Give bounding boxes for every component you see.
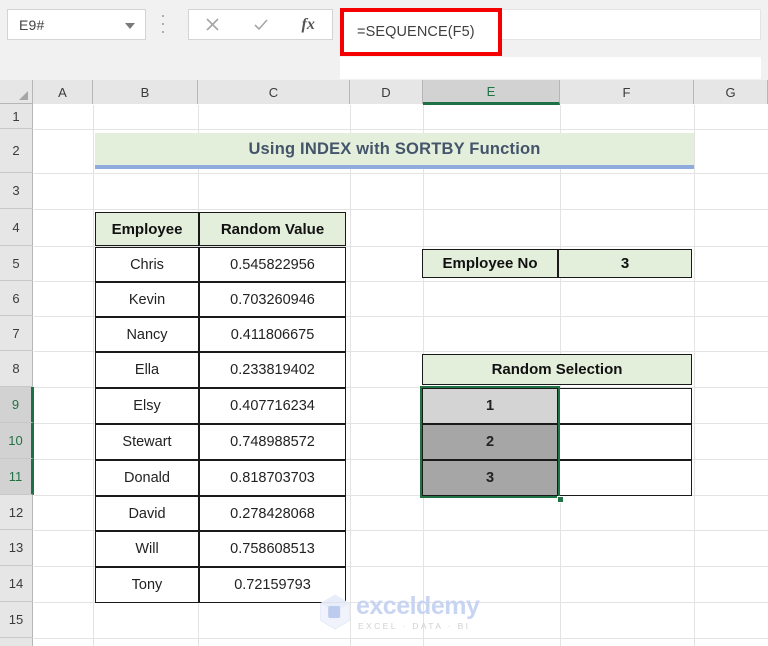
employee-table-header-employee[interactable]: Employee [95, 212, 199, 246]
employee-table-cell-value[interactable]: 0.545822956 [199, 247, 346, 282]
row-header-5[interactable]: 5 [0, 246, 33, 281]
row-header-8[interactable]: 8 [0, 351, 33, 387]
fill-handle[interactable] [557, 496, 564, 503]
watermark-sub-text: EXCEL · DATA · BI [358, 620, 471, 631]
row-header-6[interactable]: 6 [0, 281, 33, 316]
row-header-column: 1 2 3 4 5 6 7 8 9 10 11 12 13 14 15 [0, 104, 34, 646]
select-all-corner[interactable] [0, 80, 33, 104]
row-header-11[interactable]: 11 [0, 459, 34, 495]
employee-no-label[interactable]: Employee No [422, 249, 558, 278]
row-header-15[interactable]: 15 [0, 602, 33, 638]
formula-bar-area: E9# fx =SEQUENCE(F5) [0, 0, 768, 80]
employee-table-header-random-value[interactable]: Random Value [199, 212, 346, 246]
employee-table-cell-value[interactable]: 0.233819402 [199, 352, 346, 388]
gridline [694, 105, 695, 646]
row-header-4[interactable]: 4 [0, 209, 33, 246]
employee-table-cell-name[interactable]: Stewart [95, 424, 199, 460]
column-header-b[interactable]: B [93, 80, 198, 104]
name-box-value: E9# [19, 16, 45, 33]
employee-table-cell-value[interactable]: 0.72159793 [199, 567, 346, 603]
employee-table-cell-name[interactable]: Tony [95, 567, 199, 603]
gridline [34, 638, 768, 639]
column-header-row: ABCDEFG [33, 80, 768, 105]
employee-table-cell-name[interactable]: Ella [95, 352, 199, 388]
row-header-10[interactable]: 10 [0, 423, 34, 459]
employee-table-cell-name[interactable]: Chris [95, 247, 199, 282]
insert-function-icon[interactable]: fx [284, 10, 332, 39]
random-selection-adjacent-cell-2[interactable] [558, 424, 692, 460]
row-header-2[interactable]: 2 [0, 129, 33, 173]
employee-table-cell-name[interactable]: David [95, 496, 199, 531]
row-header-13[interactable]: 13 [0, 530, 33, 566]
employee-table-cell-name[interactable]: Elsy [95, 388, 199, 424]
column-header-a[interactable]: A [33, 80, 93, 104]
gridline [93, 105, 94, 646]
watermark-main-text: exceldemy [356, 591, 480, 620]
employee-table-cell-value[interactable]: 0.411806675 [199, 317, 346, 352]
row-header-7[interactable]: 7 [0, 316, 33, 351]
employee-no-value[interactable]: 3 [558, 249, 692, 278]
column-header-d[interactable]: D [350, 80, 423, 104]
formula-input-value: =SEQUENCE(F5) [357, 24, 475, 40]
spreadsheet-grid: ABCDEFG 1 2 3 4 5 6 7 8 9 10 11 12 13 14 15 Using INDE… [0, 80, 768, 646]
column-header-g[interactable]: G [694, 80, 768, 104]
sheet-title-banner: Using INDEX with SORTBY Function [95, 133, 694, 169]
employee-table-cell-value[interactable]: 0.278428068 [199, 496, 346, 531]
random-selection-adjacent-cell-1[interactable] [558, 388, 692, 424]
gridline [34, 173, 768, 174]
formula-input-highlight[interactable]: =SEQUENCE(F5) [340, 8, 502, 56]
column-header-e[interactable]: E [423, 80, 560, 105]
column-header-c[interactable]: C [198, 80, 350, 104]
row-header-14[interactable]: 14 [0, 566, 33, 602]
employee-table-cell-name[interactable]: Nancy [95, 317, 199, 352]
gridline [34, 129, 768, 130]
employee-table-cell-name[interactable]: Will [95, 531, 199, 567]
formula-bar-buttons: fx [188, 9, 333, 40]
random-selection-cell-2[interactable]: 2 [422, 424, 558, 460]
employee-table-cell-value[interactable]: 0.407716234 [199, 388, 346, 424]
formula-input-extension[interactable] [502, 9, 761, 40]
chevron-down-icon[interactable] [125, 23, 135, 29]
employee-table-cell-name[interactable]: Kevin [95, 282, 199, 317]
row-header-1[interactable]: 1 [0, 104, 33, 129]
gridline [350, 105, 351, 646]
random-selection-header[interactable]: Random Selection [422, 354, 692, 385]
random-selection-cell-3[interactable]: 3 [422, 460, 558, 496]
gridline [34, 209, 768, 210]
random-selection-cell-1[interactable]: 1 [422, 388, 558, 424]
random-selection-adjacent-cell-3[interactable] [558, 460, 692, 496]
formula-bar-expanded-row [340, 57, 761, 79]
employee-table-cell-value[interactable]: 0.758608513 [199, 531, 346, 567]
column-header-f[interactable]: F [560, 80, 694, 104]
employee-table-cell-name[interactable]: Donald [95, 460, 199, 496]
row-header-3[interactable]: 3 [0, 173, 33, 209]
formula-bar-separator [161, 15, 165, 33]
employee-table-cell-value[interactable]: 0.703260946 [199, 282, 346, 317]
sheet-canvas[interactable]: Using INDEX with SORTBY Function Employee… [34, 105, 768, 646]
close-icon[interactable] [189, 10, 237, 39]
row-header-12[interactable]: 12 [0, 495, 33, 530]
employee-table-cell-value[interactable]: 0.818703703 [199, 460, 346, 496]
employee-table-cell-value[interactable]: 0.748988572 [199, 424, 346, 460]
excel-window: E9# fx =SEQUENCE(F5) A B C D E F G 1 2 3… [0, 0, 768, 646]
check-icon[interactable] [237, 10, 285, 39]
row-header-9[interactable]: 9 [0, 387, 34, 423]
name-box[interactable]: E9# [7, 9, 146, 40]
